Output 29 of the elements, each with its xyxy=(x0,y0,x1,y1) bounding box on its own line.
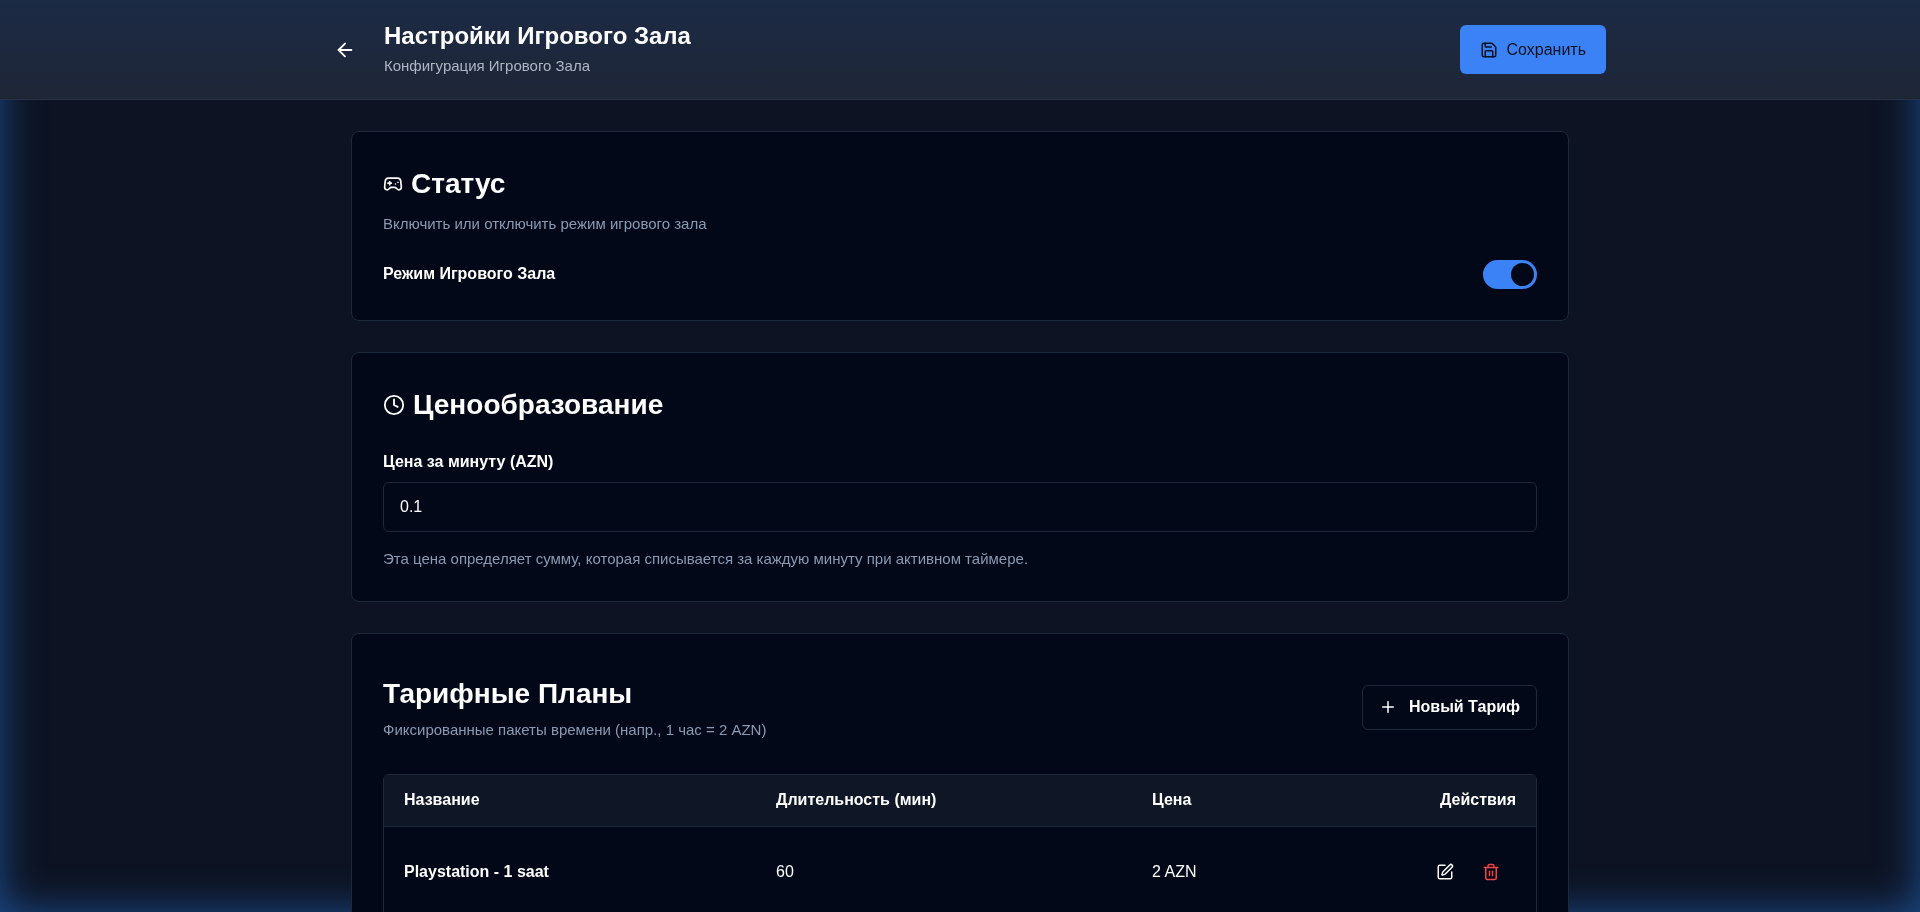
toggle-switch[interactable] xyxy=(1483,259,1537,289)
delete-button[interactable] xyxy=(1482,862,1500,881)
gamepad-icon xyxy=(383,174,403,194)
save-button[interactable]: Сохранить xyxy=(1460,25,1606,74)
clock-icon xyxy=(383,393,405,416)
field-hint: Эта цена определяет сумму, которая списывается за каждую минуту при активном таймере. xyxy=(383,548,1030,569)
card-title: Статус xyxy=(411,167,506,201)
toggle-label: Режим Игрового Зала xyxy=(383,264,556,284)
table-cell-text: 60 xyxy=(776,861,795,882)
card-title: Ценообразование xyxy=(413,387,664,422)
save-icon xyxy=(1480,40,1499,59)
column-header: Цена xyxy=(1152,790,1193,810)
trash-icon xyxy=(1482,862,1500,881)
edit-button[interactable] xyxy=(1436,862,1454,881)
column-header: Действия xyxy=(1438,790,1516,810)
toggle-knob xyxy=(1511,262,1534,286)
page-title: Настройки Игрового Зала xyxy=(384,21,691,52)
card-description: Включить или отключить режим игрового зала xyxy=(383,214,708,234)
column-header: Длительность (мин) xyxy=(776,790,938,810)
field-label: Цена за минуту (AZN) xyxy=(383,451,555,472)
table-cell-text: 2 AZN xyxy=(1152,861,1198,882)
card-description: Фиксированные пакеты времени (напр., 1 час = 2 AZN) xyxy=(383,720,767,740)
page-subtitle: Конфигурация Игрового Зала xyxy=(384,56,592,77)
table-cell-text: Playstation - 1 saat xyxy=(404,861,550,882)
edit-icon xyxy=(1436,862,1454,881)
new-plan-button[interactable]: Новый Тариф xyxy=(1362,684,1537,730)
column-header: Название xyxy=(404,790,481,810)
card-title: Тарифные Планы xyxy=(383,677,634,711)
price-input-field[interactable]: 0.1 xyxy=(383,481,1537,532)
